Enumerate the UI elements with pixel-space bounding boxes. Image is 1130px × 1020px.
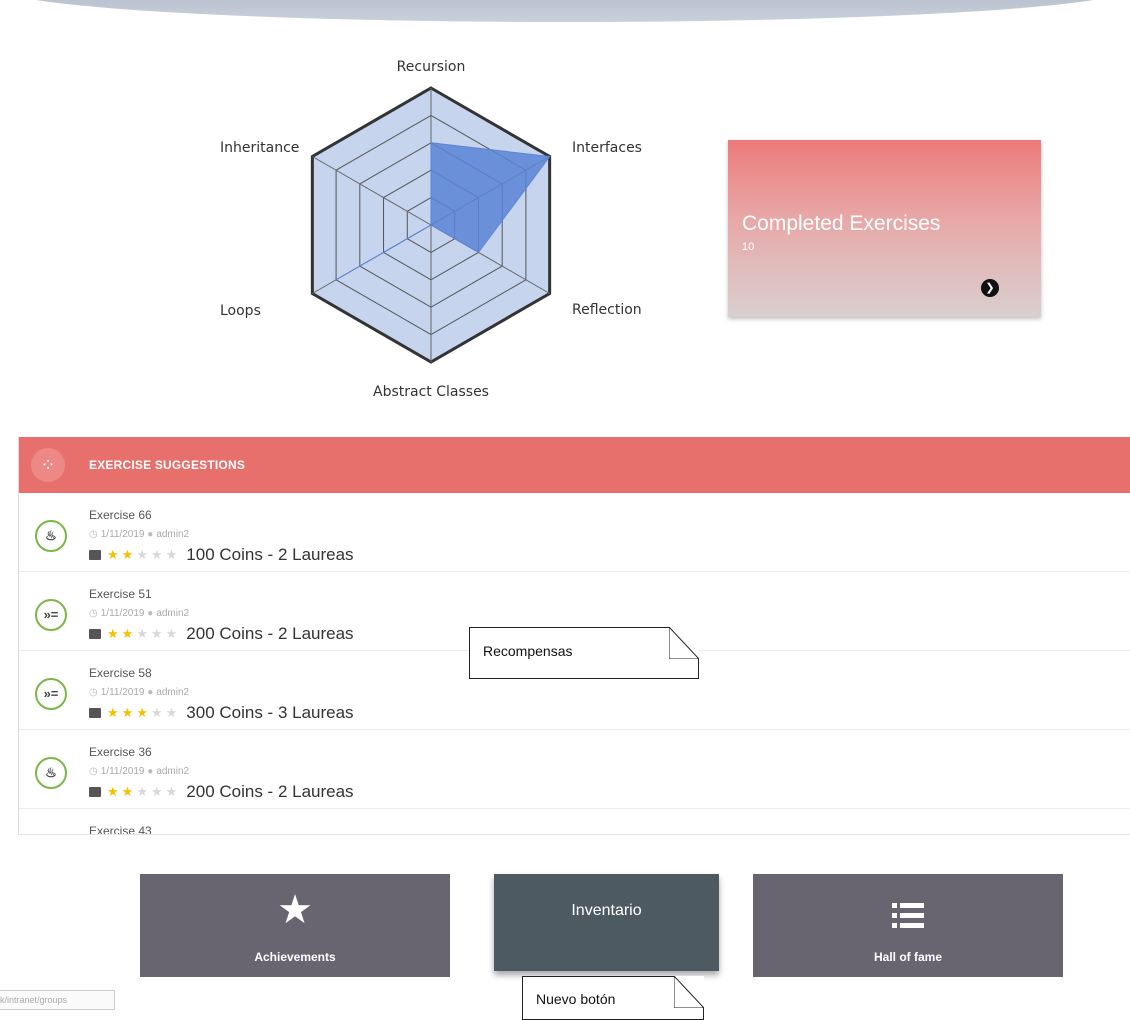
suggestions-title: EXERCISE SUGGESTIONS [89, 458, 246, 472]
rewards-annotation-note: Recompensas [469, 627, 699, 679]
exercise-meta: ◷ 1/11/2019 ● admin2 [89, 529, 189, 540]
completed-exercises-card[interactable]: Completed Exercises 10 ❯ [728, 140, 1041, 317]
star-empty-icon: ★ [150, 705, 163, 720]
clock-icon: ◷ [89, 687, 98, 698]
achievements-button[interactable]: ★ Achievements [140, 874, 450, 977]
star-filled-icon: ★ [107, 784, 119, 799]
exercise-name: Exercise 58 [89, 666, 152, 680]
star-empty-icon: ★ [136, 547, 148, 562]
exercise-rating: ★ ★ ★ ★ ★ 200 Coins - 2 Laureas [89, 624, 354, 644]
exercise-name: Exercise 51 [89, 587, 152, 601]
star-filled-icon: ★ [136, 705, 148, 720]
star-filled-icon: ★ [121, 547, 134, 562]
radar-axis-label: Reflection [572, 302, 642, 318]
exercise-reward: 200 Coins - 2 Laureas [186, 782, 354, 801]
radar-axis-label: Interfaces [572, 140, 642, 156]
exercise-reward: 200 Coins - 2 Laureas [186, 624, 354, 643]
bubbles-icon: ⁘ [31, 448, 65, 482]
exercise-name: Exercise 36 [89, 745, 152, 759]
suggestions-header: ⁘ EXERCISE SUGGESTIONS [19, 437, 1130, 493]
user-icon: ● [147, 608, 154, 619]
exercise-date: 1/11/2019 [100, 608, 145, 619]
exercise-row[interactable]: Exercise 43 [19, 809, 1130, 835]
exercise-rating: ★ ★ ★ ★ ★ 300 Coins - 3 Laureas [89, 703, 354, 723]
star-icon: ★ [277, 888, 313, 932]
radar-axis-label: Loops [220, 303, 261, 319]
hall-of-fame-button[interactable]: Hall of fame [753, 874, 1063, 977]
user-icon: ● [147, 766, 154, 777]
star-empty-icon: ★ [136, 626, 148, 641]
top-banner-arc [0, 0, 1130, 22]
star-filled-icon: ★ [107, 626, 119, 641]
star-empty-icon: ★ [165, 784, 178, 799]
star-empty-icon: ★ [150, 626, 163, 641]
exercise-meta: ◷ 1/11/2019 ● admin2 [89, 766, 189, 777]
star-empty-icon: ★ [165, 547, 178, 562]
list-icon [753, 896, 1063, 936]
star-empty-icon: ★ [165, 626, 178, 641]
status-bar-url: k/intranet/groups [0, 990, 115, 1010]
exercise-author: admin2 [156, 608, 190, 619]
radar-axis-label: Abstract Classes [373, 384, 489, 400]
exercise-author: admin2 [156, 529, 190, 540]
haskell-icon: »= [35, 599, 67, 631]
radar-axis-label: Inheritance [220, 140, 299, 156]
star-empty-icon: ★ [136, 784, 148, 799]
user-icon: ● [147, 687, 154, 698]
exercise-name: Exercise 43 [89, 824, 152, 835]
exercise-reward: 100 Coins - 2 Laureas [186, 545, 354, 564]
note-fold-icon [674, 976, 704, 1008]
star-empty-icon: ★ [150, 547, 163, 562]
new-button-annotation-note: Nuevo botón [522, 976, 704, 1020]
skills-radar-chart: Recursion Interfaces Reflection Abstract Cl… [220, 59, 642, 400]
exercise-reward: 300 Coins - 3 Laureas [186, 703, 354, 722]
exercise-rating: ★ ★ ★ ★ ★ 100 Coins - 2 Laureas [89, 545, 354, 565]
exercise-author: admin2 [156, 687, 190, 698]
inventory-button[interactable]: Inventario [494, 874, 719, 971]
comment-icon[interactable] [89, 550, 101, 560]
inventory-label: Inventario [571, 902, 642, 919]
chevron-circle-right-icon[interactable]: ❯ [981, 279, 999, 297]
exercise-meta: ◷ 1/11/2019 ● admin2 [89, 687, 189, 698]
java-icon: ♨ [35, 757, 67, 789]
exercise-row[interactable]: ♨ Exercise 36 ◷ 1/11/2019 ● admin2 ★ ★ ★ ★ ★ 200 C… [19, 730, 1130, 809]
exercise-name: Exercise 66 [89, 508, 152, 522]
star-filled-icon: ★ [121, 705, 134, 720]
exercise-rating: ★ ★ ★ ★ ★ 200 Coins - 2 Laureas [89, 782, 354, 802]
radar-axis-label: Recursion [397, 59, 466, 75]
stat-card-title: Completed Exercises [742, 212, 941, 235]
hall-of-fame-label: Hall of fame [873, 950, 942, 964]
new-button-note-text: Nuevo botón [536, 991, 616, 1007]
exercise-date: 1/11/2019 [100, 687, 145, 698]
rewards-note-text: Recompensas [483, 643, 573, 659]
star-filled-icon: ★ [107, 705, 119, 720]
star-filled-icon: ★ [121, 626, 134, 641]
stat-card-value: 10 [742, 241, 755, 253]
clock-icon: ◷ [89, 608, 98, 619]
comment-icon[interactable] [89, 787, 101, 797]
star-empty-icon: ★ [165, 705, 178, 720]
clock-icon: ◷ [89, 766, 98, 777]
java-icon: ♨ [35, 520, 67, 552]
note-fold-icon [669, 627, 699, 659]
exercise-row[interactable]: ♨ Exercise 66 ◷ 1/11/2019 ● admin2 ★ ★ ★ ★ ★ 100 C… [19, 493, 1130, 572]
exercise-meta: ◷ 1/11/2019 ● admin2 [89, 608, 189, 619]
star-empty-icon: ★ [150, 784, 163, 799]
achievements-label: Achievements [254, 950, 336, 964]
star-filled-icon: ★ [107, 547, 119, 562]
exercise-date: 1/11/2019 [100, 529, 145, 540]
comment-icon[interactable] [89, 708, 101, 718]
user-icon: ● [147, 529, 154, 540]
clock-icon: ◷ [89, 529, 98, 540]
haskell-icon: »= [35, 678, 67, 710]
exercise-author: admin2 [156, 766, 190, 777]
star-filled-icon: ★ [121, 784, 134, 799]
exercise-date: 1/11/2019 [100, 766, 145, 777]
comment-icon[interactable] [89, 629, 101, 639]
